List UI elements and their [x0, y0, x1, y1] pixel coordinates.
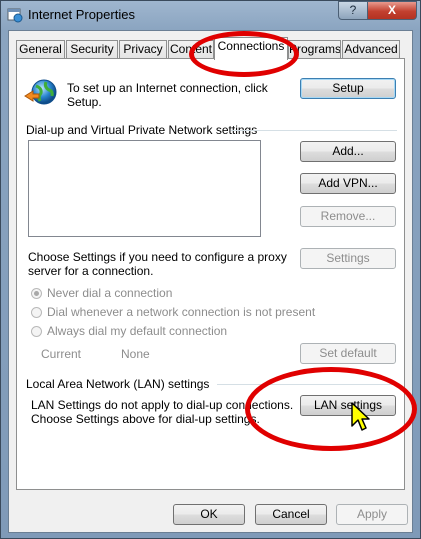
- tab-privacy[interactable]: Privacy: [119, 40, 167, 59]
- tab-general[interactable]: General: [16, 40, 65, 59]
- dialup-separator: [231, 130, 397, 131]
- radio-dial-whenever-label[interactable]: Dial whenever a network connection is no…: [47, 305, 315, 319]
- tab-content[interactable]: Content: [168, 40, 214, 59]
- set-default-button[interactable]: Set default: [300, 343, 396, 364]
- radio-always-dial-label[interactable]: Always dial my default connection: [47, 324, 227, 338]
- setup-button[interactable]: Setup: [300, 78, 396, 99]
- apply-button[interactable]: Apply: [336, 504, 408, 525]
- close-button[interactable]: X: [367, 1, 417, 20]
- tab-programs[interactable]: Programs: [288, 40, 341, 59]
- proxy-description-line2: server for a connection.: [28, 264, 154, 278]
- cancel-button[interactable]: Cancel: [255, 504, 327, 525]
- dialog-client-area: General Security Privacy Content Connect…: [8, 30, 413, 533]
- window-title: Internet Properties: [28, 7, 135, 22]
- internet-properties-window: Internet Properties ? X General Security…: [0, 0, 421, 539]
- lan-description-line2: Choose Settings above for dial-up settin…: [31, 412, 260, 426]
- radio-never-dial[interactable]: [31, 288, 42, 299]
- help-button[interactable]: ?: [338, 1, 368, 20]
- lan-separator: [217, 384, 397, 385]
- setup-description-line1: To set up an Internet connection, click: [67, 81, 268, 95]
- lan-description-line1: LAN Settings do not apply to dial-up con…: [31, 398, 294, 412]
- setup-description-line2: Setup.: [67, 95, 102, 109]
- current-connection-label: Current: [41, 347, 82, 361]
- radio-dial-whenever[interactable]: [31, 307, 42, 318]
- add-vpn-button[interactable]: Add VPN...: [300, 173, 396, 194]
- tab-security[interactable]: Security: [66, 40, 118, 59]
- add-button[interactable]: Add...: [300, 141, 396, 162]
- mouse-cursor-icon: [351, 402, 370, 431]
- tab-advanced[interactable]: Advanced: [342, 40, 400, 59]
- radio-never-dial-label[interactable]: Never dial a connection: [47, 286, 172, 300]
- dialup-vpn-heading: Dial-up and Virtual Private Network sett…: [26, 123, 258, 137]
- connections-listbox[interactable]: [28, 140, 261, 237]
- current-connection-value: None: [121, 347, 150, 361]
- ok-button[interactable]: OK: [173, 504, 245, 525]
- remove-button[interactable]: Remove...: [300, 206, 396, 227]
- lan-settings-button[interactable]: LAN settings: [300, 395, 396, 416]
- tab-connections[interactable]: Connections: [214, 37, 288, 60]
- proxy-settings-button[interactable]: Settings: [300, 248, 396, 269]
- radio-always-dial[interactable]: [31, 326, 42, 337]
- connections-panel: To set up an Internet connection, click …: [16, 58, 405, 490]
- internet-options-icon: [7, 8, 23, 23]
- title-bar[interactable]: Internet Properties ? X: [1, 1, 420, 29]
- globe-connection-icon: [24, 79, 57, 105]
- lan-heading: Local Area Network (LAN) settings: [26, 377, 210, 391]
- proxy-description-line1: Choose Settings if you need to configure…: [28, 250, 287, 264]
